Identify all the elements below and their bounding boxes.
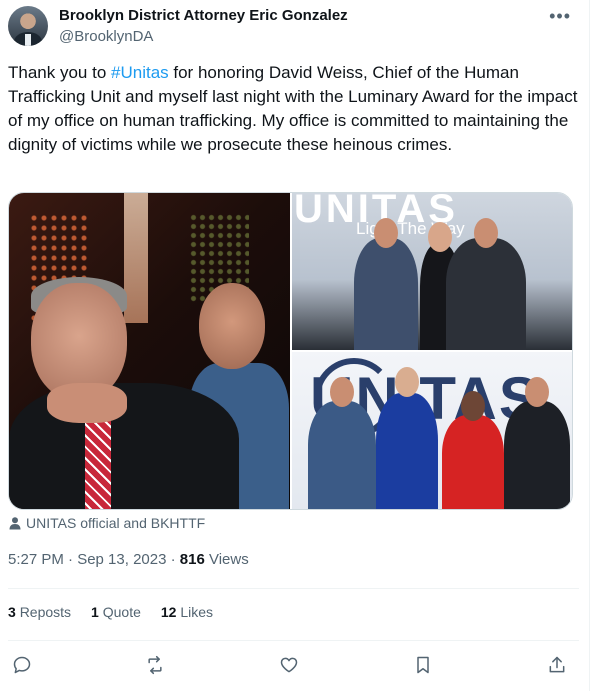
media-grid: UNITAS Light The Way UNITAS (8, 192, 573, 510)
tweet-text-start: Thank you to (8, 63, 112, 82)
likes-label: Likes (180, 604, 214, 620)
like-icon[interactable] (276, 652, 302, 678)
reposts-count: 3 (8, 604, 16, 620)
views-label: Views (208, 551, 249, 568)
meta-separator: · (166, 551, 180, 568)
more-icon[interactable]: ••• (549, 6, 571, 27)
divider (8, 588, 579, 589)
author-handle[interactable]: @BrooklynDA (59, 28, 153, 45)
photo-award-stage[interactable]: UNITAS Light The Way (292, 193, 572, 350)
tweet-header: Brooklyn District Attorney Eric Gonzalez… (8, 6, 581, 50)
author-name[interactable]: Brooklyn District Attorney Eric Gonzalez (59, 7, 348, 24)
engagement-stats: 3 Reposts 1 Quote 12 Likes (8, 604, 213, 620)
likes-stat[interactable]: 12 Likes (161, 604, 213, 620)
likes-count: 12 (160, 604, 177, 620)
tweet-meta: 5:27 PM · Sep 13, 2023 · 816 Views (8, 551, 249, 568)
tweet-detail: Brooklyn District Attorney Eric Gonzalez… (0, 0, 590, 691)
repost-icon[interactable] (142, 652, 168, 678)
views-count: 816 (179, 551, 205, 568)
bookmark-icon[interactable] (410, 652, 436, 678)
hashtag-link[interactable]: #Unitas (111, 63, 169, 82)
tagged-users[interactable]: UNITAS official and BKHTTF (8, 515, 205, 531)
reposts-stat[interactable]: 3 Reposts (8, 604, 71, 620)
photo-group[interactable]: UNITAS (292, 352, 572, 509)
tweet-text: Thank you to #Unitas for honoring David … (8, 61, 578, 157)
reply-icon[interactable] (9, 652, 35, 678)
quotes-label: Quote (102, 604, 141, 620)
avatar[interactable] (8, 6, 48, 46)
photo-audience[interactable] (9, 193, 290, 509)
tagged-users-text: UNITAS official and BKHTTF (26, 515, 206, 531)
person-icon (9, 517, 21, 530)
quotes-count: 1 (91, 604, 99, 620)
timestamp[interactable]: 5:27 PM · Sep 13, 2023 (8, 551, 166, 568)
action-bar (0, 652, 590, 678)
quotes-stat[interactable]: 1 Quote (91, 604, 141, 620)
divider (8, 640, 579, 641)
share-icon[interactable] (544, 652, 570, 678)
reposts-label: Reposts (19, 604, 72, 620)
